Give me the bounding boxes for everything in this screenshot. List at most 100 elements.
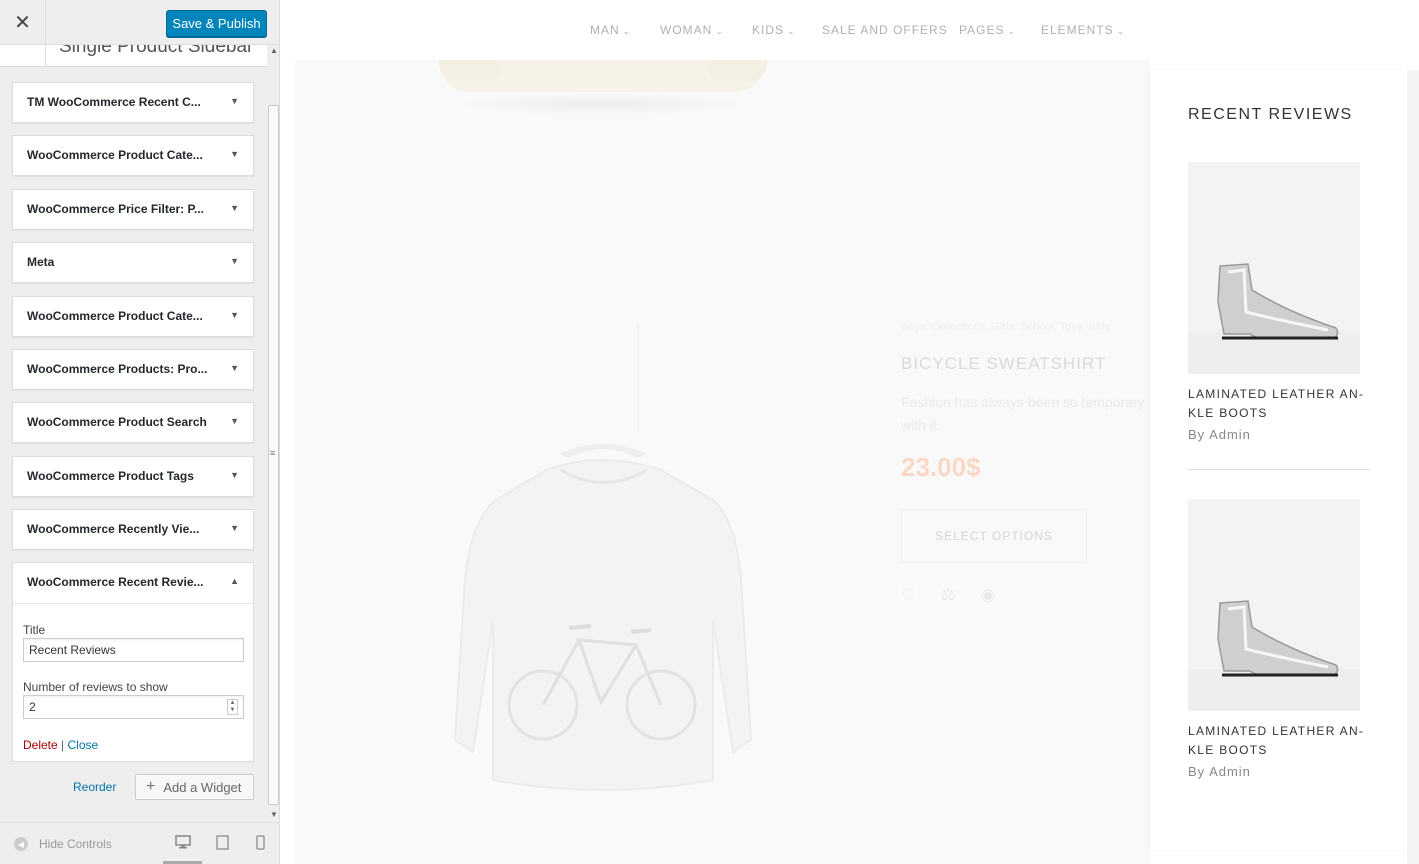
- add-widget-button[interactable]: + Add a Widget: [135, 774, 254, 800]
- image-shadow: [451, 92, 751, 116]
- reorder-link[interactable]: Reorder: [73, 780, 116, 794]
- back-button[interactable]: [0, 45, 46, 66]
- main-navigation: MAN ⌄ WOMAN ⌄ KIDS ⌄ SALE AND OFFERS PAGES ⌄…: [281, 0, 1419, 60]
- nav-item-sale[interactable]: SALE AND OFFERS: [822, 23, 948, 37]
- chevron-down-icon: ⌄: [715, 26, 724, 36]
- plus-icon: +: [146, 778, 156, 795]
- title-field[interactable]: Recent Reviews: [23, 638, 244, 662]
- review-product-image[interactable]: [1188, 499, 1360, 711]
- widget-item[interactable]: WooCommerce Products: Pro... ▼: [12, 349, 254, 390]
- scrollbar-grip-icon: ≡: [270, 448, 276, 458]
- close-link[interactable]: Close: [68, 738, 99, 752]
- expand-arrow-icon[interactable]: ▼: [230, 96, 239, 106]
- tablet-preview-icon[interactable]: [216, 835, 229, 853]
- count-field-value: 2: [29, 700, 36, 714]
- widget-form: Title Recent Reviews Number of reviews t…: [13, 604, 253, 761]
- review-product-image[interactable]: [1188, 162, 1360, 374]
- expand-arrow-icon[interactable]: ▼: [230, 523, 239, 533]
- widget-header[interactable]: WooCommerce Recent Revie... ▲: [13, 563, 253, 604]
- add-widget-label: Add a Widget: [163, 779, 242, 795]
- chevron-down-icon: ⌄: [1116, 26, 1126, 36]
- widget-actions: Delete | Close: [23, 738, 98, 752]
- widget-title: WooCommerce Recently Vie...: [27, 522, 200, 536]
- product-tags[interactable]: Boys, Collections, Girls, School, Toys, …: [901, 321, 1110, 333]
- section-header: Single Product Sidebar: [0, 45, 267, 67]
- nav-item-woman[interactable]: WOMAN ⌄: [660, 23, 724, 37]
- customizer-screen: ✕ Save & Publish Single Product Sidebar …: [0, 0, 1419, 864]
- expand-arrow-icon[interactable]: ▼: [230, 363, 239, 373]
- title-field-label: Title: [23, 623, 46, 637]
- delete-link[interactable]: Delete: [23, 738, 58, 752]
- expand-arrow-icon[interactable]: ▼: [230, 416, 239, 426]
- nav-item-man[interactable]: MAN ⌄: [590, 23, 631, 37]
- cardigan-sleeve: [439, 60, 501, 82]
- widget-title: WooCommerce Price Filter: P...: [27, 202, 204, 216]
- chevron-down-icon: ⌄: [622, 26, 632, 36]
- hide-controls-label: Hide Controls: [39, 837, 112, 851]
- expand-arrow-icon[interactable]: ▼: [230, 256, 239, 266]
- save-publish-button[interactable]: Save & Publish: [166, 10, 267, 37]
- widget-item[interactable]: WooCommerce Product Search ▼: [12, 402, 254, 443]
- expand-arrow-icon[interactable]: ▼: [230, 470, 239, 480]
- widget-title: WooCommerce Product Search: [27, 415, 207, 429]
- mobile-preview-icon[interactable]: [256, 835, 265, 853]
- widget-item[interactable]: WooCommerce Product Tags ▼: [12, 456, 254, 497]
- widget-item-expanded: WooCommerce Recent Revie... ▲ Title Rece…: [12, 562, 254, 762]
- chevron-down-icon: ⌄: [787, 26, 796, 36]
- nav-item-kids[interactable]: KIDS ⌄: [752, 23, 796, 37]
- section-title: Single Product Sidebar: [59, 45, 254, 57]
- chevron-down-icon: ⌄: [1007, 26, 1017, 36]
- review-product-name[interactable]: LAMINATED LEATHER AN-KLE BOOTS: [1188, 722, 1368, 760]
- link-separator: |: [61, 738, 65, 752]
- widget-item[interactable]: TM WooCommerce Recent C... ▼: [12, 82, 254, 123]
- widget-item[interactable]: Meta ▼: [12, 242, 254, 283]
- review-divider: [1188, 469, 1370, 470]
- nav-item-elements[interactable]: ELEMENTS ⌄: [1041, 23, 1125, 37]
- product-description: Fashion has always been so temporary wit…: [901, 394, 1145, 433]
- review-author: By Admin: [1188, 427, 1251, 442]
- close-customizer-button[interactable]: ✕: [0, 0, 46, 45]
- customizer-footer: ◀ Hide Controls: [0, 822, 279, 864]
- desktop-preview-icon[interactable]: [175, 835, 191, 852]
- scroll-up-arrow-icon[interactable]: ▲: [270, 46, 278, 55]
- recent-reviews-widget: RECENT REVIEWS LAMINATED LEATHER AN-KLE …: [1150, 70, 1407, 850]
- column-gutter: [1122, 60, 1150, 864]
- page-gutter: [1407, 70, 1419, 864]
- customizer-header: ✕ Save & Publish: [0, 0, 279, 45]
- widget-title: TM WooCommerce Recent C...: [27, 95, 201, 109]
- collapse-arrow-icon: ◀: [14, 837, 28, 851]
- compare-icon[interactable]: ⚖: [941, 585, 955, 605]
- widget-title: Meta: [27, 255, 55, 269]
- widget-item[interactable]: WooCommerce Price Filter: P... ▼: [12, 189, 254, 230]
- widget-title: WooCommerce Products: Pro...: [27, 362, 208, 376]
- scroll-down-arrow-icon[interactable]: ▼: [270, 810, 278, 819]
- expand-arrow-icon[interactable]: ▼: [230, 310, 239, 320]
- product-title[interactable]: BICYCLE SWEATSHIRT: [901, 354, 1106, 374]
- count-field-label: Number of reviews to show: [23, 680, 168, 694]
- widget-title: WooCommerce Recent Revie...: [27, 575, 204, 589]
- product-price: 23.00$: [901, 452, 981, 482]
- expand-arrow-icon[interactable]: ▼: [230, 149, 239, 159]
- widget-item[interactable]: WooCommerce Product Cate... ▼: [12, 135, 254, 176]
- nav-item-pages[interactable]: PAGES ⌄: [959, 23, 1016, 37]
- number-spinner-icon[interactable]: ▲ ▼: [227, 699, 238, 715]
- heart-icon[interactable]: ♡: [901, 585, 915, 605]
- hide-controls-button[interactable]: ◀ Hide Controls: [14, 837, 112, 851]
- site-preview: MAN ⌄ WOMAN ⌄ KIDS ⌄ SALE AND OFFERS PAGES ⌄…: [281, 0, 1419, 864]
- review-product-name[interactable]: LAMINATED LEATHER AN-KLE BOOTS: [1188, 385, 1368, 423]
- product-image-sweatshirt: [453, 444, 753, 791]
- widget-title: WooCommerce Product Tags: [27, 469, 194, 483]
- expand-arrow-icon[interactable]: ▼: [230, 203, 239, 213]
- hanger-string: [637, 322, 639, 432]
- select-options-button[interactable]: SELECT OPTIONS: [901, 509, 1087, 563]
- close-icon: ✕: [14, 12, 31, 34]
- widget-heading: RECENT REVIEWS: [1188, 106, 1353, 123]
- review-author: By Admin: [1188, 764, 1251, 779]
- count-field[interactable]: 2 ▲ ▼: [23, 695, 244, 719]
- widget-title: WooCommerce Product Cate...: [27, 148, 203, 162]
- eye-icon[interactable]: ◉: [981, 585, 995, 605]
- widget-item[interactable]: WooCommerce Product Cate... ▼: [12, 296, 254, 337]
- widget-item[interactable]: WooCommerce Recently Vie... ▼: [12, 509, 254, 550]
- customizer-sidebar: ✕ Save & Publish Single Product Sidebar …: [0, 0, 280, 864]
- collapse-arrow-icon[interactable]: ▲: [230, 576, 239, 586]
